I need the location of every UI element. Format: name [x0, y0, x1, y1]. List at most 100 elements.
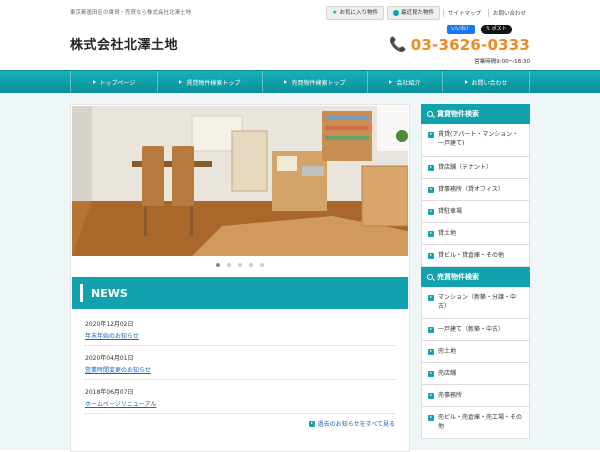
site-tagline: 東京都墨田区の賃貸・売買なら株式会社北澤土地 — [70, 10, 192, 16]
contact-link[interactable]: お問い合わせ — [487, 9, 530, 17]
news-item: 2020年04月01日 営業時間変更のお知らせ — [85, 346, 395, 380]
news-header: NEWS — [72, 277, 408, 309]
nav-top[interactable]: トップページ — [70, 71, 158, 93]
news-more-label: 過去のお知らせをすべて見る — [317, 421, 395, 428]
recent-label: 最近見た物件 — [400, 10, 434, 16]
post-label: ポスト — [491, 26, 507, 32]
sidebar-item-label: 売土地 — [438, 348, 457, 355]
sidebar-item-label: 売ビル・売倉庫・売工場・その他 — [438, 414, 523, 430]
star-icon: ★ — [332, 9, 338, 16]
social-buttons: いいね！ 𝕏 ポスト — [447, 25, 512, 34]
arrow-right-icon — [464, 80, 468, 84]
sidebar-item-label: 売店舗 — [438, 370, 457, 377]
slider-dots — [71, 263, 409, 267]
arrow-right-icon — [428, 392, 434, 399]
nav-label: 賃貸物件検索トップ — [186, 79, 241, 87]
sidebar-item-label: 貸駐車場 — [438, 208, 463, 215]
nav-label: お問い合わせ — [471, 79, 508, 87]
business-hours: 営業時間9:00～18:30 — [474, 59, 530, 65]
nav-company[interactable]: 会社紹介 — [368, 71, 443, 93]
nav-label: 売買物件検索トップ — [291, 79, 346, 87]
nav-contact[interactable]: お問い合わせ — [443, 71, 531, 93]
sidebar-item-rent-office[interactable]: 貸事務所（貸オフィス） — [421, 179, 530, 201]
sidebar-item-sale-office[interactable]: 売事務所 — [421, 385, 530, 407]
sidebar-item-rent-other[interactable]: 貸ビル・貸倉庫・その他 — [421, 245, 530, 267]
arrow-right-icon — [428, 186, 434, 193]
favorites-button[interactable]: ★ お気に入り物件 — [326, 6, 384, 20]
news-link[interactable]: ホームページリニューアル — [85, 399, 395, 408]
sidebar: 賃貸物件検索 賃貸(アパート・マンション・一戸建て) 貸店舗（テナント） 貸事務… — [421, 104, 530, 439]
arrow-right-icon — [179, 80, 183, 84]
arrow-right-icon — [428, 230, 434, 237]
nav-label: 会社紹介 — [396, 79, 421, 87]
sitemap-link[interactable]: サイトマップ — [442, 9, 485, 17]
favorites-label: お気に入り物件 — [339, 10, 378, 16]
search-icon — [427, 274, 433, 280]
sidebar-item-label: 貸店舗（テナント） — [438, 164, 493, 171]
sidebar-item-label: 売事務所 — [438, 392, 463, 399]
slider-dot[interactable] — [238, 263, 242, 267]
arrow-right-icon — [428, 326, 434, 333]
nav-label: トップページ — [99, 79, 136, 87]
sidebar-item-sale-other[interactable]: 売ビル・売倉庫・売工場・その他 — [421, 407, 530, 439]
sidebar-item-label: 貸事務所（貸オフィス） — [438, 186, 504, 193]
sidebar-item-label: 賃貸(アパート・マンション・一戸建て) — [438, 131, 519, 147]
slider-dot[interactable] — [249, 263, 253, 267]
sale-search-title: 売買物件検索 — [437, 273, 479, 281]
sidebar-item-rent-parking[interactable]: 貸駐車場 — [421, 201, 530, 223]
sidebar-item-sale-house[interactable]: 一戸建て（新築・中古） — [421, 319, 530, 341]
news-item: 2020年12月02日 年末年始のお知らせ — [85, 312, 395, 346]
sidebar-item-sale-mansion[interactable]: マンション（新築・分譲・中古） — [421, 287, 530, 319]
sidebar-item-sale-land[interactable]: 売土地 — [421, 341, 530, 363]
news-date: 2020年12月02日 — [85, 321, 134, 328]
facebook-like-button[interactable]: いいね！ — [447, 25, 476, 34]
sidebar-item-label: 貸土地 — [438, 230, 457, 237]
news-title: NEWS — [91, 286, 128, 300]
sidebar-item-rent-land[interactable]: 貸土地 — [421, 223, 530, 245]
news-date: 2018年06月07日 — [85, 389, 134, 396]
news-link[interactable]: 年末年始のお知らせ — [85, 331, 395, 340]
hero-slider-image[interactable] — [72, 106, 408, 256]
sidebar-item-sale-shop[interactable]: 売店舗 — [421, 363, 530, 385]
arrow-right-icon — [428, 370, 434, 377]
sidebar-item-label: 貸ビル・貸倉庫・その他 — [438, 252, 505, 259]
news-list: 2020年12月02日 年末年始のお知らせ 2020年04月01日 営業時間変更… — [85, 312, 395, 414]
arrow-right-icon — [428, 252, 434, 259]
arrow-right-icon — [428, 294, 434, 301]
like-label: いいね！ — [451, 26, 472, 32]
x-post-button[interactable]: 𝕏 ポスト — [481, 25, 512, 34]
utility-links: ★ お気に入り物件 最近見た物件 サイトマップ お問い合わせ — [326, 6, 530, 20]
nav-rent-search[interactable]: 賃貸物件検索トップ — [158, 71, 263, 93]
arrow-right-icon — [428, 348, 434, 355]
sidebar-item-rent-shop[interactable]: 貸店舗（テナント） — [421, 157, 530, 179]
global-nav: トップページ 賃貸物件検索トップ 売買物件検索トップ 会社紹介 お問い合わせ — [0, 70, 600, 94]
arrow-right-icon — [428, 131, 434, 138]
news-more-link[interactable]: 過去のお知らせをすべて見る — [308, 419, 395, 428]
news-link[interactable]: 営業時間変更のお知らせ — [85, 365, 395, 374]
news-header-bar — [80, 284, 83, 302]
arrow-right-icon — [428, 208, 434, 215]
rent-search-header: 賃貸物件検索 — [421, 104, 530, 124]
phone-block: 📞 03-3626-0333 — [389, 36, 530, 54]
news-date: 2020年04月01日 — [85, 355, 134, 362]
arrow-right-icon — [284, 80, 288, 84]
site-logo[interactable]: 株式会社北澤土地 — [70, 34, 178, 53]
news-item: 2018年06月07日 ホームページリニューアル — [85, 380, 395, 414]
rent-search-title: 賃貸物件検索 — [437, 110, 479, 118]
slider-dot[interactable] — [227, 263, 231, 267]
sidebar-item-rent-residential[interactable]: 賃貸(アパート・マンション・一戸建て) — [421, 124, 530, 157]
arrow-right-icon — [428, 414, 434, 421]
recent-button[interactable]: 最近見た物件 — [386, 6, 440, 20]
slider-dot[interactable] — [216, 263, 220, 267]
arrow-right-icon — [92, 80, 96, 84]
arrow-right-icon — [389, 80, 393, 84]
phone-number[interactable]: 03-3626-0333 — [411, 36, 530, 54]
arrow-right-icon — [428, 164, 434, 171]
sidebar-item-label: マンション（新築・分譲・中古） — [438, 294, 517, 310]
nav-sale-search[interactable]: 売買物件検索トップ — [263, 71, 368, 93]
search-icon — [427, 111, 433, 117]
arrow-right-icon — [308, 420, 315, 427]
slider-dot[interactable] — [260, 263, 264, 267]
main-column: NEWS 2020年12月02日 年末年始のお知らせ 2020年04月01日 営… — [70, 104, 410, 452]
sidebar-item-label: 一戸建て（新築・中古） — [438, 326, 505, 333]
